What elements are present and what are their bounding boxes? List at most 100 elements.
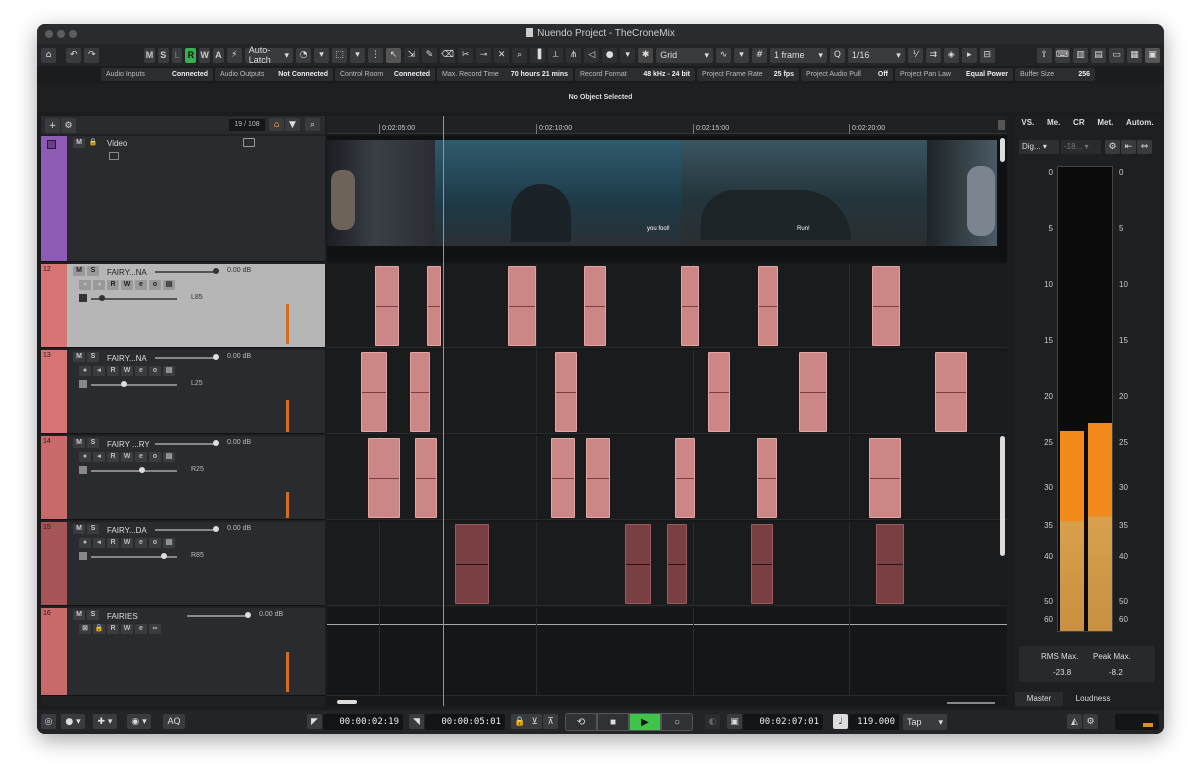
record-button[interactable]: ○ (661, 713, 693, 731)
solo-button[interactable]: S (87, 352, 99, 362)
audio-event[interactable] (872, 266, 900, 346)
audio-event[interactable] (415, 438, 437, 518)
pencil-tool-icon[interactable]: ✎ (422, 47, 438, 63)
info-record-format[interactable]: Record Format 48 kHz - 24 bit (575, 68, 695, 81)
pan-slider[interactable] (91, 470, 177, 472)
write-button[interactable]: W (121, 366, 133, 376)
home-icon[interactable]: ⌂ (269, 118, 284, 131)
info-audio-pull[interactable]: Project Audio Pull Off (801, 68, 893, 81)
pan-knob[interactable] (99, 295, 105, 301)
nudge-right-icon[interactable]: ▸ (961, 47, 977, 63)
align-icon[interactable]: ⊟ (979, 47, 995, 63)
read-button[interactable]: R (107, 538, 119, 548)
snap-to-zero-crossing-icon[interactable]: ∿ (716, 47, 732, 63)
volume-fader[interactable] (155, 443, 217, 445)
tab-me[interactable]: Me. (1047, 118, 1060, 132)
track-12[interactable]: 12 M S FAIRY...NA 0.00 dB ● ◂ R W e o ▤ (41, 264, 325, 348)
record-enable-button[interactable]: ◂ (93, 538, 105, 548)
mute-button[interactable]: M (73, 138, 85, 148)
layout-full-icon[interactable]: ▣ (1145, 47, 1161, 63)
minimize-window-button[interactable] (57, 30, 65, 38)
home-icon[interactable]: ⌂ (41, 47, 56, 63)
tab-vs[interactable]: VS. (1021, 118, 1034, 132)
read-button[interactable]: R (107, 452, 119, 462)
pointer-tool-icon[interactable]: ↖ (386, 47, 402, 63)
meter-reference-select[interactable]: -18... ▾ (1061, 140, 1101, 154)
volume-fader[interactable] (155, 357, 217, 359)
time-ruler[interactable]: 0:02:05:00 0:02:10:00 0:02:15:00 0:02:20… (327, 116, 1007, 134)
playhead-cursor[interactable] (443, 116, 444, 706)
undo-icon[interactable]: ↶ (66, 47, 82, 63)
audio-event[interactable] (625, 524, 651, 604)
constrain-delay-icon[interactable]: ◔ (296, 47, 312, 63)
time-warp-tool-icon[interactable]: ⟂ (548, 47, 564, 63)
gear-icon[interactable]: ⚙ (1083, 714, 1098, 729)
edit-channel-button[interactable]: e (135, 366, 147, 376)
thumbnail-icon[interactable] (109, 152, 119, 160)
keyboard-icon[interactable]: ⌨ (1054, 47, 1071, 63)
solo-button[interactable]: S (87, 438, 99, 448)
record-enable-button[interactable]: ◂ (93, 452, 105, 462)
audio-event[interactable] (757, 438, 777, 518)
info-control-room[interactable]: Control Room Connected (335, 68, 435, 81)
mute-button[interactable]: M (73, 524, 85, 534)
inserts-button[interactable]: o (149, 538, 161, 548)
tab-autom[interactable]: Autom. (1126, 118, 1154, 132)
audio-event[interactable] (584, 266, 606, 346)
volume-fader-knob[interactable] (213, 440, 219, 446)
monitor-button[interactable]: ● (79, 280, 91, 290)
filter-icon[interactable]: ▼ (285, 118, 300, 131)
project-timeline[interactable]: 0:02:05:00 0:02:10:00 0:02:15:00 0:02:20… (327, 116, 1007, 706)
audio-event[interactable] (368, 438, 400, 518)
expand-icon[interactable]: ⇔ (1137, 140, 1152, 154)
track-16[interactable]: 16 M S FAIRIES 0.00 dB ⊠ 🔒 R W e ∞ (41, 608, 325, 696)
video-monitor-icon[interactable] (243, 138, 255, 147)
mute-button[interactable]: M (73, 438, 85, 448)
iterative-quantize-icon[interactable]: ⅟ (907, 47, 923, 63)
nudge-icon[interactable]: ◈ (943, 47, 959, 63)
edit-channel-button[interactable]: e (135, 624, 147, 634)
sends-button[interactable]: ▤ (163, 538, 175, 548)
draw-tool-icon[interactable]: ⋔ (566, 47, 582, 63)
horizontal-zoom-slider[interactable] (947, 702, 995, 704)
tracks-scrollbar[interactable] (1000, 436, 1005, 556)
pan-knob[interactable] (121, 381, 127, 387)
play-tool-icon[interactable]: ◁ (584, 47, 600, 63)
comp-tool-icon[interactable]: ▐ (530, 47, 546, 63)
grid-value-select[interactable]: 1 frame ▾ (770, 47, 827, 63)
add-track-icon[interactable]: + (45, 118, 60, 133)
listen-button[interactable]: ⊠ (79, 624, 91, 634)
cycle-mode-select[interactable]: ✚ ▾ (93, 714, 117, 729)
tab-loudness[interactable]: Loudness (1063, 692, 1123, 706)
monitor-icon[interactable]: ◐ (705, 714, 720, 729)
audio-event[interactable] (410, 352, 430, 432)
stop-button[interactable]: ■ (597, 713, 629, 731)
sends-button[interactable]: ▤ (163, 366, 175, 376)
mute-button[interactable]: M (73, 266, 85, 276)
audio-event[interactable] (508, 266, 536, 346)
write-button[interactable]: W (121, 452, 133, 462)
mute-all-button[interactable]: M (144, 47, 155, 63)
info-max-record-time[interactable]: Max. Record Time 70 hours 21 mins (437, 68, 573, 81)
sends-button[interactable]: ▤ (163, 280, 175, 290)
meter-source-select[interactable]: Dig... ▾ (1019, 140, 1059, 154)
record-enable-button[interactable]: ◂ (93, 366, 105, 376)
layout-left-zone-icon[interactable]: ▥ (1073, 47, 1089, 63)
info-buffer-size[interactable]: Buffer Size 256 (1015, 68, 1095, 81)
audio-event[interactable] (758, 266, 778, 346)
volume-fader-knob[interactable] (213, 354, 219, 360)
lock-icon[interactable]: 🔒 (93, 624, 105, 634)
zoom-tool-icon[interactable]: ⌕ (512, 47, 528, 63)
inserts-button[interactable]: o (149, 366, 161, 376)
audio-event[interactable] (551, 438, 575, 518)
read-button[interactable]: R (107, 624, 119, 634)
track-15[interactable]: 15 M S FAIRY...DA 0.00 dB ● ◂ R W e o ▤ (41, 522, 325, 606)
track-video[interactable]: M 🔒 Video (41, 136, 325, 262)
snap-icon[interactable]: ✱ (638, 47, 654, 63)
lock-icon[interactable]: 🔒 (87, 138, 99, 148)
zoom-window-button[interactable] (69, 30, 77, 38)
quantize-icon[interactable]: Q (829, 47, 845, 63)
layout-inspector-icon[interactable]: ▤ (1091, 47, 1107, 63)
listen-button[interactable]: L (171, 47, 183, 63)
automation-mode-select[interactable]: Auto-Latch ▾ (244, 45, 294, 65)
